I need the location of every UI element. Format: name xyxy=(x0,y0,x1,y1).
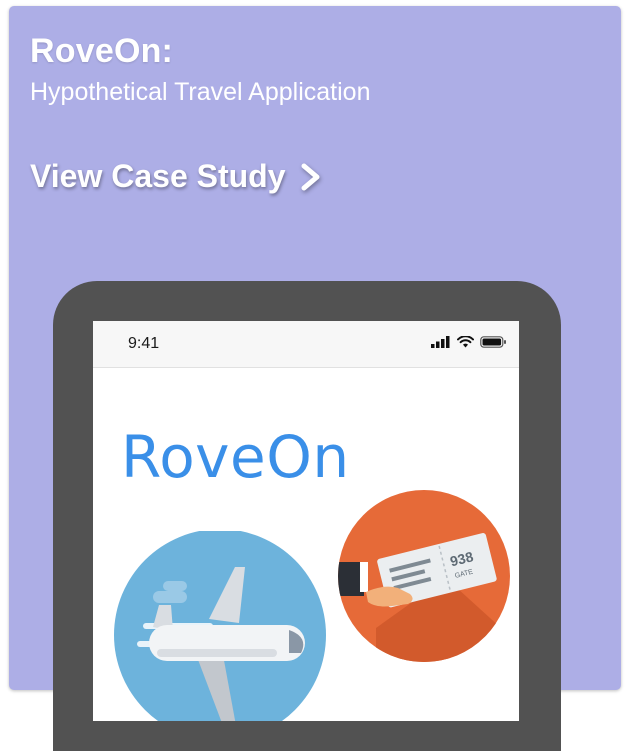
wifi-icon xyxy=(457,336,474,348)
chevron-right-icon xyxy=(301,163,320,190)
view-case-study-link[interactable]: View Case Study xyxy=(30,158,322,195)
status-time: 9:41 xyxy=(128,335,160,352)
card-title: RoveOn: xyxy=(30,32,174,70)
phone-screen: 9:41 RoveOn 938 GATE xyxy=(93,321,519,721)
status-bar: 9:41 xyxy=(93,321,519,368)
status-icons xyxy=(431,336,507,348)
card-subtitle: Hypothetical Travel Application xyxy=(30,78,371,106)
boarding-ticket-illustration: 938 GATE xyxy=(338,490,510,662)
app-name-logo: RoveOn xyxy=(121,423,350,491)
view-case-study-label: View Case Study xyxy=(30,158,286,194)
battery-icon xyxy=(480,336,506,348)
airplane-illustration xyxy=(114,531,326,721)
signal-icon xyxy=(431,336,450,348)
